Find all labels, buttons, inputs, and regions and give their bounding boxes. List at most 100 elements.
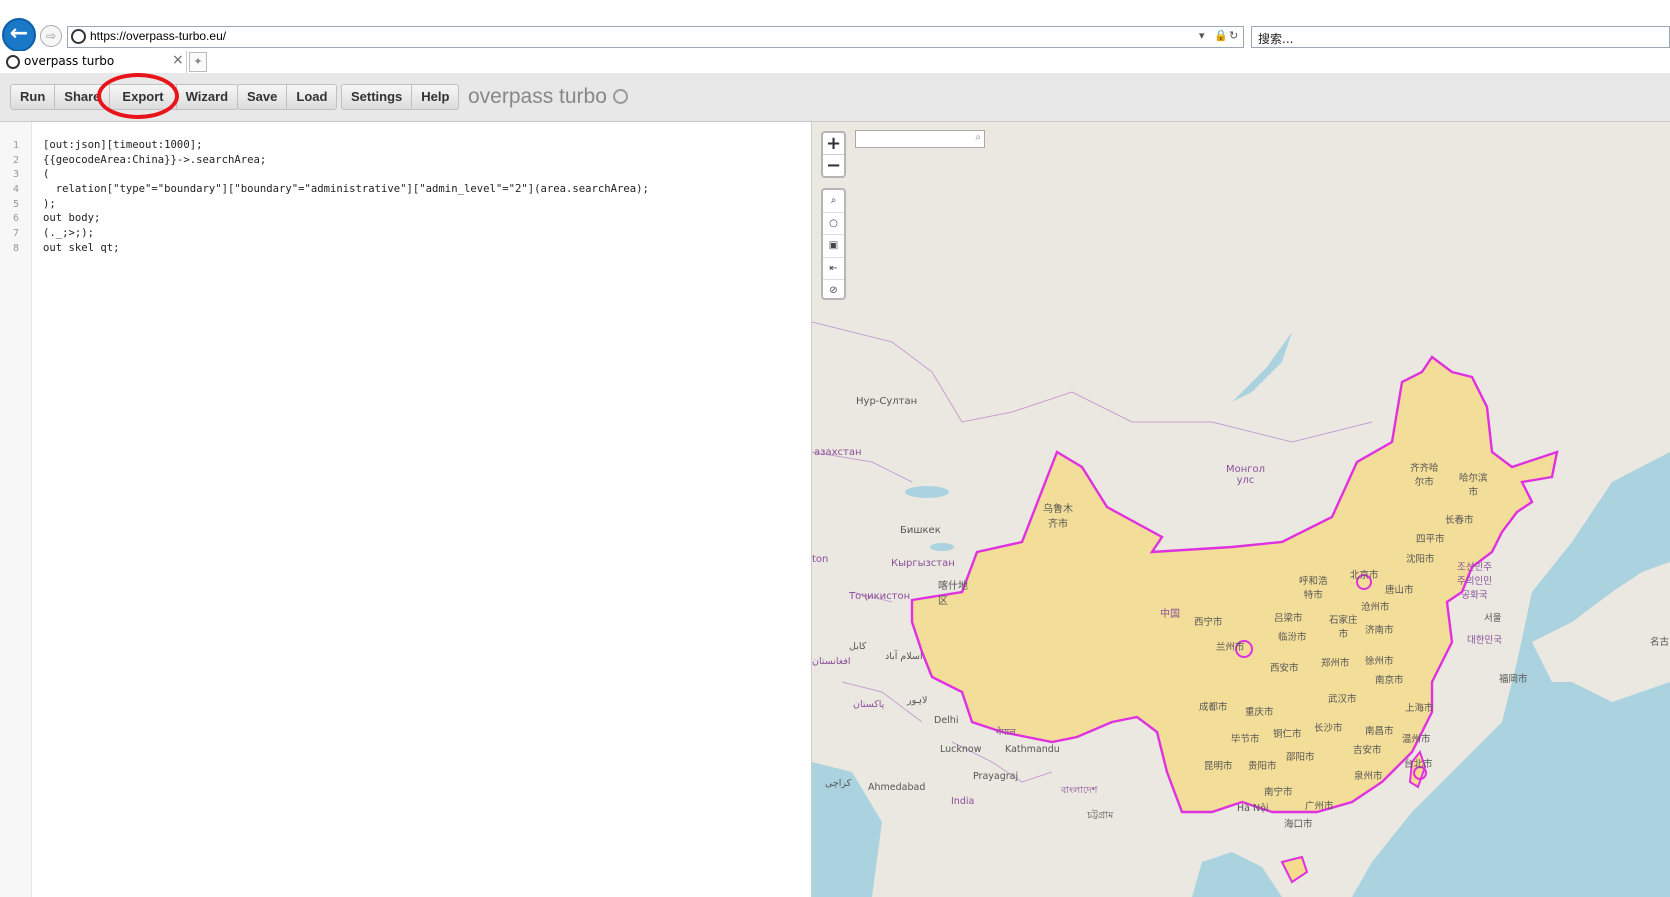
zoom-out-button[interactable]: −	[823, 155, 844, 176]
map-label: Kathmandu	[1005, 744, 1060, 755]
hide-data-icon[interactable]: ⊘	[823, 280, 844, 302]
map-label: 조선민주 주의인민 공화국	[1457, 562, 1492, 601]
zoom-in-button[interactable]: +	[823, 133, 844, 155]
code-line[interactable]: (._;>;);	[43, 227, 94, 239]
map-label: ton	[812, 554, 829, 565]
line-number: 7	[12, 228, 19, 239]
tab-bar: overpass turbo × ✦	[0, 51, 1670, 74]
map-label: 名古	[1650, 637, 1670, 648]
map-label: 成都市	[1199, 702, 1228, 713]
lake-baikal	[1232, 332, 1292, 402]
tab-favicon-icon	[6, 55, 20, 69]
map-label: 呼和浩 特市	[1299, 576, 1328, 601]
map-label: 唐山市	[1385, 585, 1414, 596]
save-load-group: Save Load	[237, 84, 338, 110]
map-label: 泉州市	[1354, 771, 1383, 782]
map-label: 兰州市	[1216, 642, 1245, 653]
code-line[interactable]: relation["type"="boundary"]["boundary"="…	[43, 183, 649, 195]
query-editor[interactable]: 1 2 3 4 5 6 7 8 [out:json][timeout:1000]…	[0, 122, 812, 897]
map-label: Монгол улс	[1226, 464, 1266, 486]
export-image-icon[interactable]: ▣	[823, 235, 844, 258]
lock-icon[interactable]: 🔒	[1214, 29, 1228, 42]
url-text[interactable]: https://overpass-turbo.eu/	[90, 29, 226, 43]
code-line[interactable]: out body;	[43, 212, 100, 224]
settings-help-group: Settings Help	[341, 84, 460, 110]
line-number: 1	[12, 140, 19, 151]
code-line[interactable]: {{geocodeArea:China}}->.searchArea;	[43, 154, 266, 166]
map-label: 南京市	[1375, 675, 1404, 686]
map-label: 铜仁市	[1273, 729, 1302, 740]
code-line[interactable]: [out:json][timeout:1000];	[43, 139, 202, 151]
map-label: Тоҷикистон	[849, 591, 911, 602]
map-label: Delhi	[934, 715, 959, 726]
map-label: 福岡市	[1499, 674, 1528, 685]
map-view[interactable]: + − ⌕ ○ ▣ ⇤ ⊘ ⌕ Нур-Султан азахстан Монг…	[812, 122, 1670, 897]
fullscreen-icon[interactable]: ⇤	[823, 258, 844, 280]
new-tab-button[interactable]: ✦	[189, 52, 207, 72]
browser-chrome: ← ⇨ https://overpass-turbo.eu/ ▾ 🔒 ↻ 搜索.…	[0, 0, 1670, 52]
settings-button[interactable]: Settings	[341, 84, 413, 110]
code-line[interactable]: );	[43, 198, 56, 210]
hainan-highlight	[1280, 855, 1309, 884]
map-label: 喀什地 区	[938, 581, 968, 607]
map-label: азахстан	[814, 447, 862, 458]
map-label: 郑州市	[1321, 658, 1350, 669]
site-favicon-icon	[71, 29, 86, 44]
wizard-button[interactable]: Wizard	[175, 84, 239, 110]
map-label: کراچی	[825, 778, 852, 789]
zoom-control: + −	[821, 131, 846, 178]
save-button[interactable]: Save	[237, 84, 288, 110]
map-label: 南宁市	[1264, 787, 1293, 798]
line-number: 8	[12, 243, 19, 254]
map-label: 沧州市	[1361, 602, 1390, 613]
tab-close-icon[interactable]: ×	[172, 52, 184, 68]
code-line[interactable]: (	[43, 168, 49, 180]
locate-icon[interactable]: ○	[823, 213, 844, 235]
logo-text: overpass turbo	[468, 85, 607, 108]
map-search-input[interactable]: ⌕	[855, 130, 985, 148]
map-label: Бишкек	[900, 525, 941, 536]
map-label: 台北市	[1404, 759, 1433, 770]
map-label: 中国	[1160, 609, 1180, 620]
back-button[interactable]: ←	[2, 18, 36, 52]
map-label: 北京市	[1350, 570, 1379, 581]
map-label: চট্টগ্রাম	[1087, 810, 1114, 821]
help-button[interactable]: Help	[411, 84, 460, 110]
code-line[interactable]: out skel qt;	[43, 242, 120, 254]
map-label: 重庆市	[1245, 707, 1274, 718]
tab-title: overpass turbo	[24, 54, 115, 68]
forward-button[interactable]: ⇨	[40, 25, 62, 47]
tab-overpass-turbo[interactable]: overpass turbo ×	[0, 51, 187, 73]
load-button[interactable]: Load	[286, 84, 338, 110]
map-label: 海口市	[1284, 819, 1313, 830]
map-label: 西宁市	[1194, 617, 1223, 628]
map-label: 昆明市	[1204, 761, 1233, 772]
map-label: 广州市	[1305, 801, 1334, 812]
map-label: لاہور	[907, 695, 928, 706]
line-number: 4	[12, 184, 19, 195]
app-logo: overpass turbo	[468, 85, 628, 109]
lake-balkhash	[905, 486, 949, 498]
zoom-to-data-icon[interactable]: ⌕	[823, 190, 844, 213]
map-label: Lucknow	[940, 744, 982, 755]
line-number: 2	[12, 155, 19, 166]
map-label: 温州市	[1402, 734, 1431, 745]
export-highlight-circle	[97, 73, 179, 119]
map-label: Hà Nội	[1237, 803, 1269, 814]
address-bar[interactable]: https://overpass-turbo.eu/ ▾ 🔒 ↻	[67, 26, 1244, 48]
map-label: 서울	[1484, 613, 1502, 624]
map-label: 长春市	[1445, 515, 1474, 526]
map-label: Нур-Султан	[856, 396, 918, 407]
new-tab-icon: ✦	[193, 55, 203, 68]
map-label: اسلام آباد	[885, 651, 923, 662]
app-toolbar: Run Share Export Wizard Save Load Settin…	[0, 73, 1670, 122]
map-label: 武汉市	[1328, 694, 1357, 705]
map-label: 徐州市	[1365, 656, 1394, 667]
refresh-icon[interactable]: ↻	[1229, 29, 1238, 42]
browser-search-input[interactable]: 搜索...	[1251, 26, 1670, 48]
map-label: 乌鲁木 齐市	[1043, 504, 1073, 530]
dropdown-arrow-icon[interactable]: ▾	[1199, 29, 1205, 42]
forward-arrow-icon: ⇨	[45, 29, 57, 43]
run-button[interactable]: Run	[10, 84, 56, 110]
map-canvas	[812, 321, 1670, 897]
